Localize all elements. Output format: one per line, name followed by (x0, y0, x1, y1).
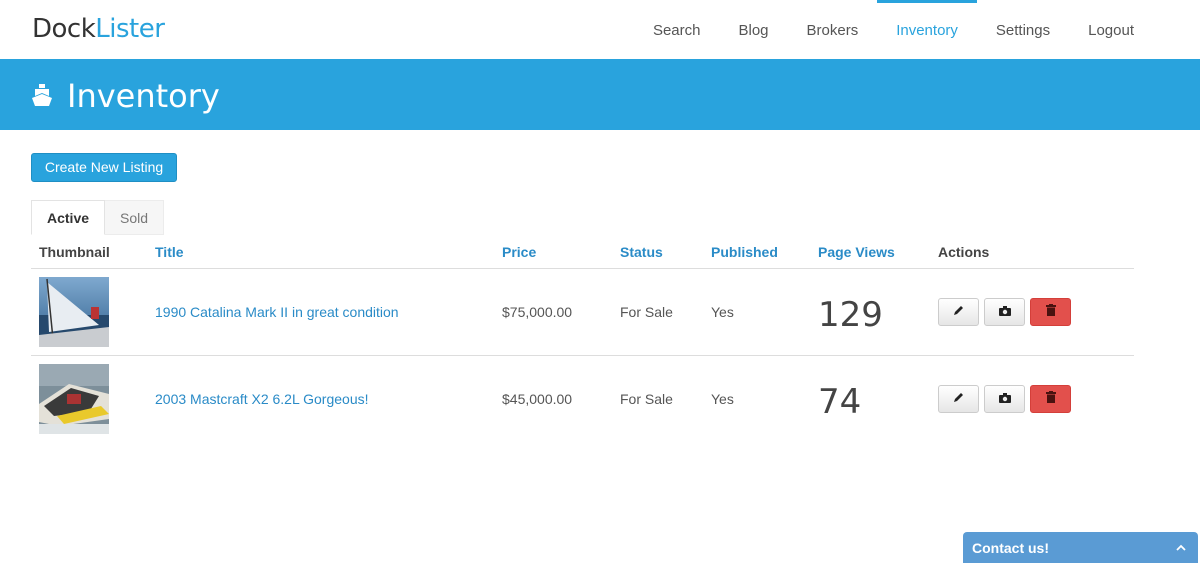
delete-button[interactable] (1030, 385, 1071, 413)
column-header-page-views[interactable]: Page Views (818, 244, 895, 260)
table-row: 2003 Mastcraft X2 6.2L Gorgeous! $45,000… (31, 356, 1134, 443)
photos-button[interactable] (984, 385, 1025, 413)
listing-title-link[interactable]: 2003 Mastcraft X2 6.2L Gorgeous! (155, 391, 369, 407)
listing-page-views: 129 (818, 295, 883, 335)
column-header-price[interactable]: Price (502, 244, 536, 260)
contact-us-label: Contact us! (972, 540, 1049, 556)
nav-item-blog[interactable]: Blog (719, 0, 787, 59)
nav-item-logout[interactable]: Logout (1069, 0, 1153, 59)
nav-item-inventory[interactable]: Inventory (877, 0, 977, 59)
column-header-status[interactable]: Status (620, 244, 663, 260)
listing-published: Yes (711, 391, 734, 407)
listing-thumbnail[interactable] (39, 277, 109, 347)
listing-thumbnail[interactable] (39, 364, 109, 434)
column-header-published[interactable]: Published (711, 244, 778, 260)
row-actions (938, 385, 1071, 413)
table-row: 1990 Catalina Mark II in great condition… (31, 269, 1134, 356)
tab-active[interactable]: Active (31, 200, 106, 235)
tab-sold[interactable]: Sold (105, 200, 165, 235)
create-new-listing-button[interactable]: Create New Listing (31, 153, 177, 182)
listing-status: For Sale (620, 391, 673, 407)
pencil-icon (953, 303, 965, 321)
camera-icon (998, 390, 1011, 408)
edit-button[interactable] (938, 298, 979, 326)
trash-icon (1045, 390, 1056, 408)
page-title: Inventory (67, 77, 220, 115)
chevron-up-icon (1175, 541, 1187, 553)
table-header: Thumbnail Title Price Status Published P… (31, 236, 1134, 269)
page-banner: Inventory (0, 59, 1200, 130)
top-navbar: DockLister Search Blog Brokers Inventory… (0, 0, 1200, 59)
listing-price: $45,000.00 (502, 391, 573, 407)
column-header-actions: Actions (938, 244, 990, 260)
listing-title-link[interactable]: 1990 Catalina Mark II in great condition (155, 304, 399, 320)
column-header-thumbnail: Thumbnail (39, 244, 110, 260)
column-header-title[interactable]: Title (155, 244, 184, 260)
photos-button[interactable] (984, 298, 1025, 326)
boat-icon (31, 84, 53, 108)
inventory-table: Thumbnail Title Price Status Published P… (31, 236, 1134, 443)
listing-tabs: Active Sold (31, 200, 165, 235)
contact-us-widget[interactable]: Contact us! (963, 532, 1198, 563)
trash-icon (1045, 303, 1056, 321)
delete-button[interactable] (1030, 298, 1071, 326)
main-nav: Search Blog Brokers Inventory Settings L… (634, 0, 1153, 59)
nav-item-search[interactable]: Search (634, 0, 720, 59)
listing-page-views: 74 (818, 382, 862, 422)
listing-price: $75,000.00 (502, 304, 573, 320)
edit-button[interactable] (938, 385, 979, 413)
camera-icon (998, 303, 1011, 321)
pencil-icon (953, 390, 965, 408)
nav-item-settings[interactable]: Settings (977, 0, 1069, 59)
logo-text-lister: Lister (95, 14, 165, 44)
row-actions (938, 298, 1071, 326)
app-logo[interactable]: DockLister (32, 14, 165, 44)
logo-text-dock: Dock (32, 14, 96, 44)
nav-item-brokers[interactable]: Brokers (788, 0, 878, 59)
listing-status: For Sale (620, 304, 673, 320)
listing-published: Yes (711, 304, 734, 320)
